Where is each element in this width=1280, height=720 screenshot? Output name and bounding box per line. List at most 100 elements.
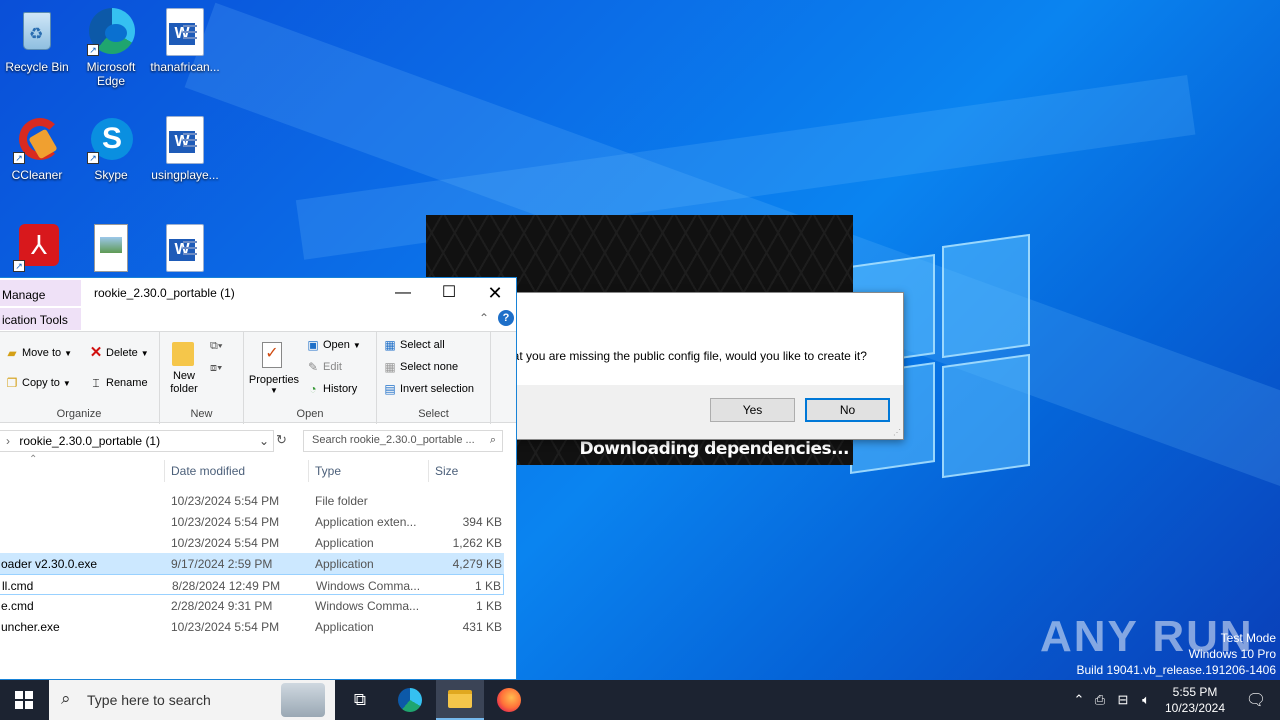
splash-status-text: Downloading dependencies...: [579, 439, 850, 459]
history-button[interactable]: ◔ History: [306, 382, 357, 396]
tab-manage[interactable]: Manage: [0, 280, 81, 306]
column-header-size[interactable]: Size: [428, 460, 508, 482]
chevron-down-icon: ▼: [140, 348, 149, 358]
taskbar-firefox-button[interactable]: [485, 680, 533, 720]
file-row[interactable]: e.cmd 2/28/2024 9:31 PM Windows Comma...…: [0, 595, 504, 616]
file-row[interactable]: 10/23/2024 5:54 PM File folder: [0, 490, 504, 511]
chevron-down-icon: ▼: [64, 348, 73, 358]
close-icon[interactable]: ✕: [472, 278, 516, 308]
file-type: Application exten...: [315, 515, 417, 529]
invert-selection-icon: ▤: [384, 382, 396, 396]
search-input[interactable]: Search rookie_2.30.0_portable ... ⌕: [303, 430, 503, 452]
file-row-selected[interactable]: oader v2.30.0.exe 9/17/2024 2:59 PM Appl…: [0, 553, 504, 574]
desktop-icon-skype[interactable]: S ↗ Skype: [74, 116, 148, 182]
invert-selection-button[interactable]: ▤ Invert selection: [383, 382, 474, 396]
help-icon[interactable]: ?: [498, 310, 514, 326]
device-icon[interactable]: ⎙: [1088, 692, 1112, 708]
file-size: 1 KB: [475, 599, 502, 613]
select-all-button[interactable]: ▦ Select all: [383, 338, 445, 352]
group-label: Organize: [56, 408, 102, 420]
chevron-right-icon: ›: [6, 434, 10, 448]
refresh-icon[interactable]: ↻: [276, 432, 287, 448]
group-label: New: [190, 408, 213, 420]
select-all-label: Select all: [400, 339, 445, 351]
desktop-icon-ccleaner[interactable]: ↗ CCleaner: [0, 116, 74, 182]
select-none-button[interactable]: ▦ Select none: [383, 360, 458, 374]
open-button[interactable]: ▣ Open ▼: [306, 338, 361, 352]
select-none-label: Select none: [400, 361, 459, 373]
file-name: uncher.exe: [1, 620, 60, 634]
desktop-icon-edge[interactable]: ↗ Microsoft Edge: [74, 8, 148, 88]
network-icon[interactable]: ⊟: [1112, 692, 1134, 708]
shortcut-arrow-icon: ↗: [13, 260, 25, 272]
volume-icon[interactable]: 🔈︎: [1134, 692, 1158, 708]
new-folder-button[interactable]: New folder: [164, 370, 204, 396]
file-date: 10/23/2024 5:54 PM: [171, 515, 280, 529]
chevron-up-icon[interactable]: ⌃: [1070, 692, 1088, 708]
explorer-titlebar[interactable]: Manage rookie_2.30.0_portable (1) — ☐ ✕: [0, 278, 516, 308]
file-date: 9/17/2024 2:59 PM: [171, 557, 273, 571]
word-document-icon: W: [166, 224, 204, 272]
move-to-button[interactable]: ▰ Move to ▼: [5, 346, 72, 360]
edit-label: Edit: [323, 361, 342, 373]
column-header-date[interactable]: Date modified: [164, 460, 308, 482]
search-highlight-image: [281, 683, 325, 717]
desktop-icon-word-doc[interactable]: W usingplaye...: [148, 116, 222, 182]
delete-button[interactable]: ✕ Delete ▼: [89, 345, 149, 360]
minimize-icon[interactable]: —: [380, 278, 426, 308]
search-icon: ⌕: [489, 434, 496, 446]
properties-button[interactable]: Properties ▼: [246, 374, 302, 395]
open-icon: ▣: [307, 338, 319, 352]
notification-icon: 🗨︎: [1245, 692, 1267, 709]
yes-button[interactable]: Yes: [710, 398, 795, 422]
maximize-icon[interactable]: ☐: [426, 278, 472, 308]
desktop-icon-word-doc[interactable]: W: [148, 224, 222, 276]
sort-arrow-icon: ⌃: [29, 454, 38, 465]
resize-grip-icon[interactable]: ⋰: [893, 428, 901, 437]
delete-label: Delete: [106, 347, 138, 359]
select-none-icon: ▦: [384, 360, 396, 374]
desktop-icon-label: Microsoft Edge: [86, 60, 136, 88]
new-item-icon[interactable]: ⧉▾: [210, 340, 222, 353]
file-date: 10/23/2024 5:54 PM: [171, 494, 280, 508]
taskbar-search-box[interactable]: ⌕ Type here to search: [49, 680, 335, 720]
edit-button[interactable]: ✎ Edit: [306, 360, 342, 374]
task-view-button[interactable]: ⧉: [336, 680, 384, 720]
file-size: 1 KB: [474, 579, 501, 593]
desktop-icon-recycle-bin[interactable]: ♻ Recycle Bin: [0, 8, 74, 74]
watermark-line: Test Mode: [1220, 631, 1276, 645]
test-mode-watermark: Test Mode Windows 10 Pro Build 19041.vb_…: [1077, 630, 1277, 678]
new-folder-icon: [172, 342, 194, 366]
clock-date: 10/23/2024: [1164, 701, 1226, 715]
file-row[interactable]: 10/23/2024 5:54 PM Application 1,262 KB: [0, 532, 504, 553]
taskbar-explorer-button[interactable]: [436, 680, 484, 720]
ribbon: ▰ Move to ▼ ❐ Copy to ▼ ✕ Delete ▼ ⌶ Rename…: [0, 331, 516, 424]
taskbar-edge-button[interactable]: [386, 680, 434, 720]
taskbar-clock[interactable]: 5:55 PM 10/23/2024: [1160, 684, 1230, 716]
column-header-type[interactable]: Type: [308, 460, 428, 482]
desktop-icon-image-file[interactable]: [74, 224, 148, 276]
notification-center-button[interactable]: 🗨︎: [1232, 680, 1280, 720]
start-button[interactable]: [0, 680, 48, 720]
no-button[interactable]: No: [805, 398, 890, 422]
address-dropdown-icon[interactable]: ⌄: [259, 434, 269, 448]
chevron-down-icon: ▼: [62, 378, 71, 388]
recycle-bin-icon: ♻: [13, 8, 61, 56]
address-bar[interactable]: › rookie_2.30.0_portable (1) ⌄: [0, 430, 274, 452]
easy-access-icon[interactable]: ⧈▾: [210, 362, 222, 375]
open-label: Open: [323, 339, 350, 351]
file-row[interactable]: uncher.exe 10/23/2024 5:54 PM Applicatio…: [0, 616, 504, 637]
file-row[interactable]: 10/23/2024 5:54 PM Application exten... …: [0, 511, 504, 532]
file-size: 431 KB: [462, 620, 502, 634]
tab-application-tools[interactable]: ication Tools: [0, 308, 81, 330]
desktop-icon-label: thanafrican...: [150, 60, 220, 74]
desktop-icon-acrobat[interactable]: ⅄ ↗: [0, 224, 74, 276]
rename-button[interactable]: ⌶ Rename: [89, 376, 147, 390]
file-explorer-icon: [448, 690, 472, 708]
word-document-icon: W: [166, 8, 204, 56]
file-row[interactable]: ll.cmd 8/28/2024 12:49 PM Windows Comma.…: [0, 574, 504, 595]
copy-to-button[interactable]: ❐ Copy to ▼: [5, 376, 71, 390]
collapse-ribbon-icon[interactable]: ⌃: [479, 311, 489, 325]
file-type: File folder: [315, 494, 368, 508]
desktop-icon-word-doc[interactable]: W thanafrican...: [148, 8, 222, 74]
